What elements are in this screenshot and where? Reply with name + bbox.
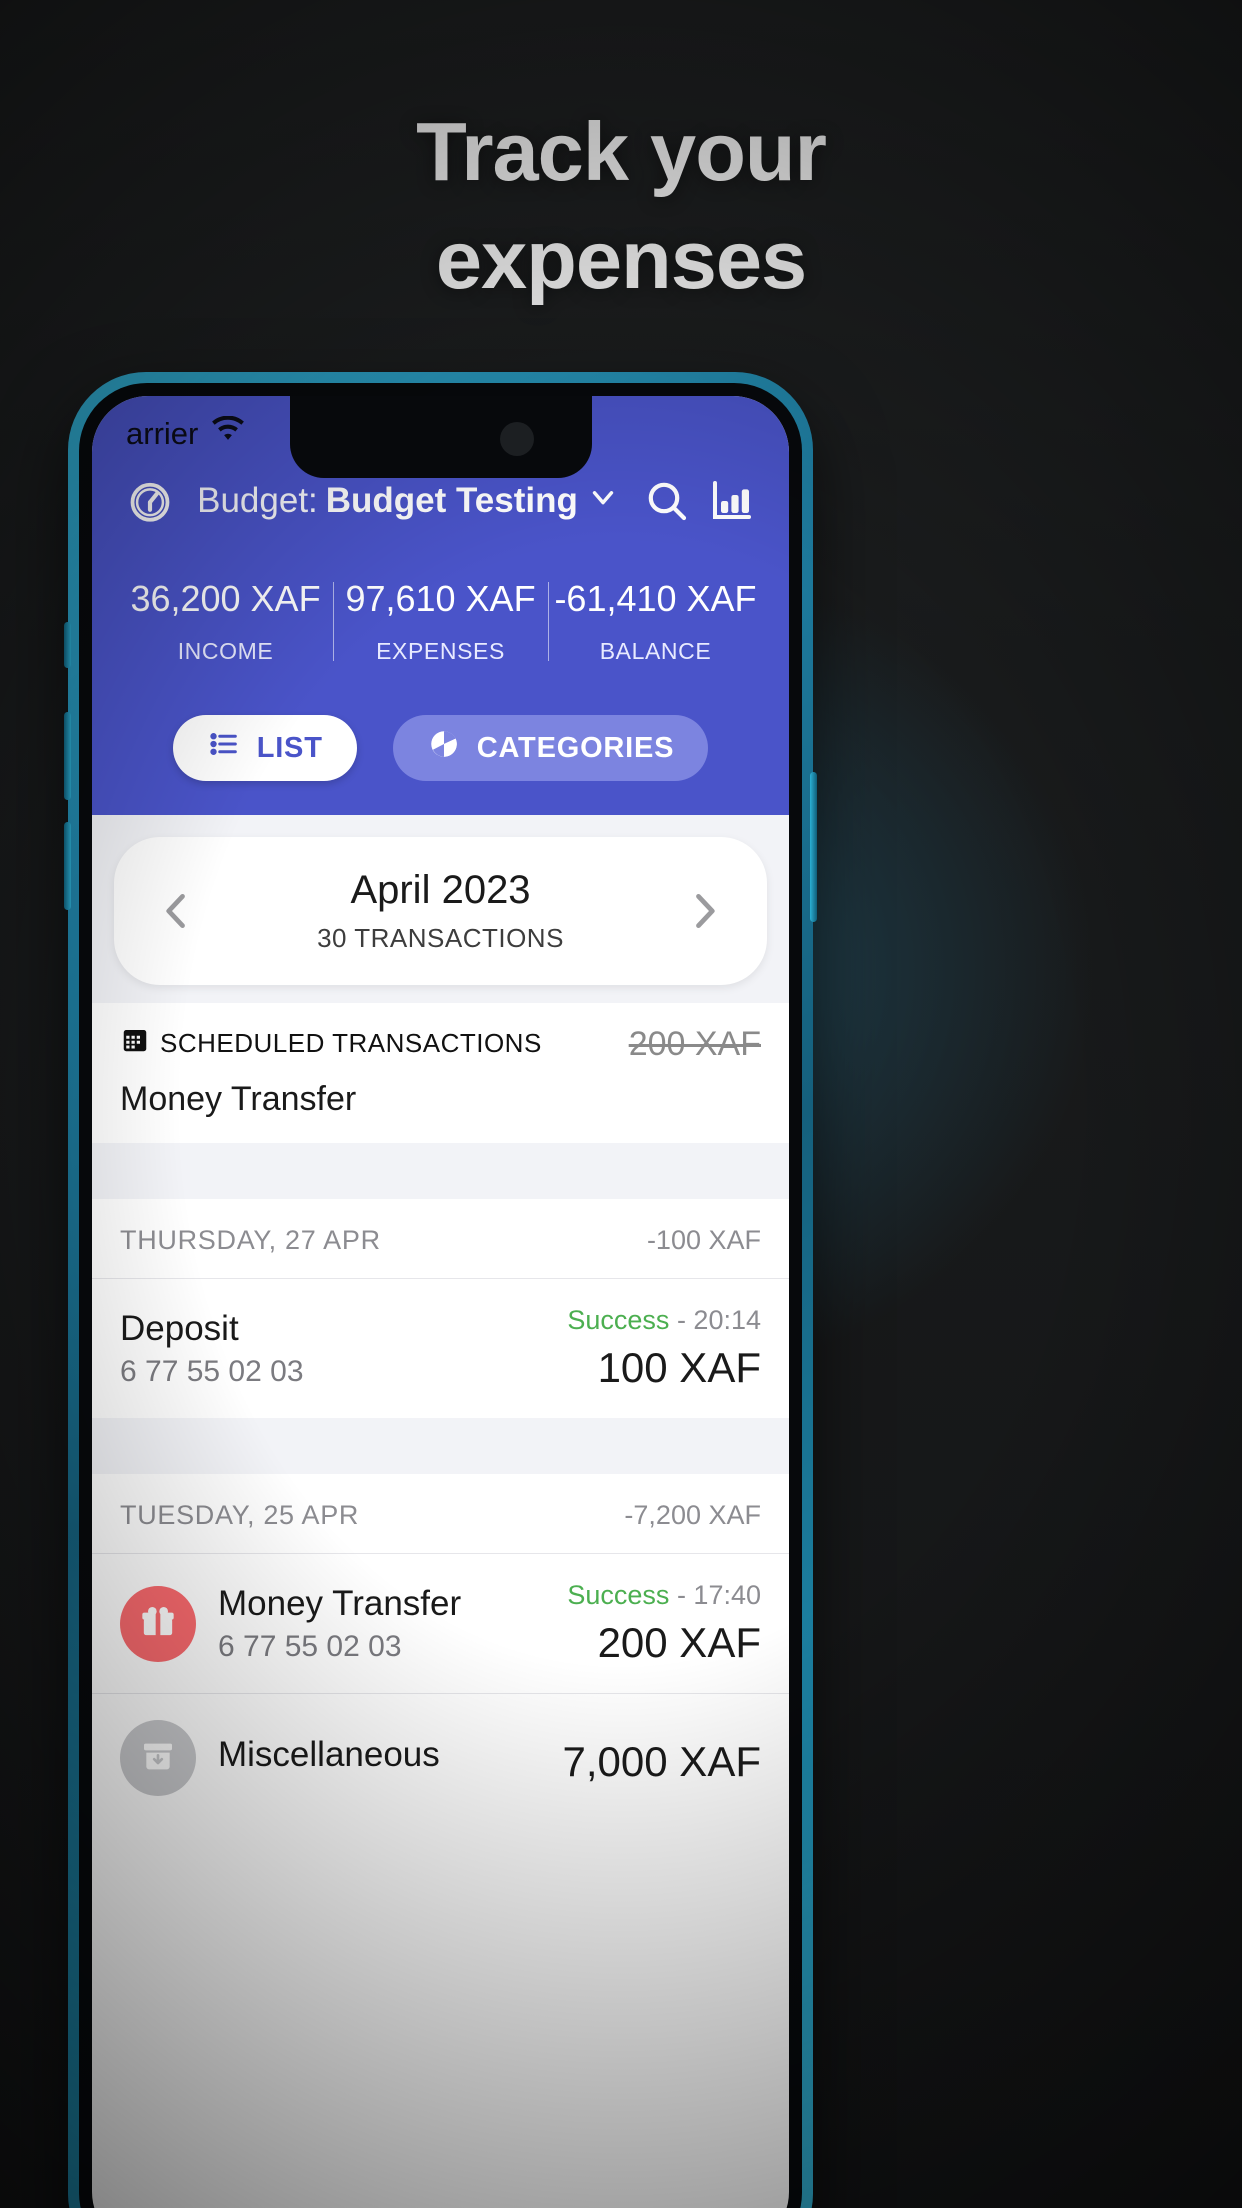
date-label: THURSDAY, 27 APR [120, 1225, 381, 1255]
view-toggle-group: LIST CATEGORIES [92, 665, 789, 815]
stat-income-label: INCOME [177, 638, 274, 664]
headline-line-2: expenses [435, 212, 807, 306]
summary-panel: 36,200 XAF INCOME 97,610 XAF EXPENSES -6… [92, 544, 789, 815]
month-navigator: April 2023 30 TRANSACTIONS [114, 837, 767, 985]
transaction-amount: 100 XAF [597, 1344, 761, 1391]
transaction-count: 30 TRANSACTIONS [317, 923, 564, 953]
phone-button-power[interactable] [810, 772, 817, 922]
stat-balance: -61,410 XAF BALANCE [548, 578, 763, 665]
scheduled-name: Money Transfer [120, 1080, 357, 1118]
transaction-sub: 6 77 55 02 03 [120, 1354, 304, 1388]
transaction-meta: Success - 17:40 [567, 1580, 761, 1611]
page-title: Track your expenses [0, 98, 1242, 314]
phone-bezel: arrier Budget: Budget Testing 36,200 XAF… [79, 383, 802, 2208]
chevron-down-icon [586, 480, 620, 523]
budget-selector[interactable]: Budget: Budget Testing [182, 480, 635, 523]
transaction-time: - 17:40 [676, 1580, 761, 1610]
table-row[interactable]: Deposit 6 77 55 02 03 Success - 20:14 10… [92, 1279, 789, 1418]
wifi-icon [210, 415, 246, 452]
transaction-sub: 6 77 55 02 03 [218, 1629, 402, 1663]
phone-button-silent[interactable] [64, 622, 71, 668]
date-total: -100 XAF [646, 1225, 761, 1255]
scheduled-transactions-section[interactable]: SCHEDULED TRANSACTIONS 200 XAF Money Tra… [92, 1003, 789, 1143]
display-notch [289, 396, 592, 478]
tab-categories-label: CATEGORIES [476, 731, 675, 764]
date-header: THURSDAY, 27 APR -100 XAF [92, 1199, 789, 1279]
date-label: TUESDAY, 25 APR [120, 1500, 360, 1530]
front-camera-icon [499, 422, 534, 456]
avatar [120, 1585, 196, 1662]
stat-balance-label: BALANCE [599, 638, 712, 664]
scheduled-heading: SCHEDULED TRANSACTIONS [160, 1028, 542, 1058]
section-divider [92, 1143, 789, 1199]
phone-button-volume-up[interactable] [64, 712, 71, 800]
table-row[interactable]: Miscellaneous 7,000 XAF [92, 1693, 789, 1822]
tab-list-label: LIST [256, 731, 323, 764]
stat-income: 36,200 XAF INCOME [118, 578, 333, 665]
status-badge: Success [567, 1580, 670, 1610]
date-header: TUESDAY, 25 APR -7,200 XAF [92, 1474, 789, 1554]
date-total: -7,200 XAF [624, 1500, 761, 1530]
phone-button-volume-down[interactable] [64, 822, 71, 910]
stat-expenses-value: 97,610 XAF [345, 578, 536, 619]
phone-frame: arrier Budget: Budget Testing 36,200 XAF… [64, 372, 817, 2208]
transaction-meta: Success - 20:14 [567, 1305, 761, 1336]
tab-categories[interactable]: CATEGORIES [392, 715, 709, 781]
calendar-icon [120, 1025, 150, 1062]
gift-icon [138, 1601, 178, 1646]
transaction-name: Money Transfer [218, 1583, 462, 1623]
transaction-time: - 20:14 [676, 1305, 761, 1335]
avatar [120, 1720, 196, 1796]
transaction-amount: 7,000 XAF [562, 1738, 761, 1785]
scheduled-amount: 200 XAF [628, 1025, 761, 1063]
chevron-left-icon[interactable] [144, 878, 210, 944]
status-badge: Success [567, 1305, 670, 1335]
search-icon[interactable] [635, 469, 699, 533]
transaction-amount: 200 XAF [597, 1619, 761, 1666]
tab-list[interactable]: LIST [172, 715, 357, 781]
phone-screen: arrier Budget: Budget Testing 36,200 XAF… [92, 396, 789, 2208]
transaction-name: Miscellaneous [218, 1735, 440, 1774]
chevron-right-icon[interactable] [671, 878, 737, 944]
headline-line-1: Track your [416, 105, 827, 198]
transaction-list[interactable]: April 2023 30 TRANSACTIONS SCHEDULED TRA… [92, 815, 789, 1822]
archive-icon [138, 1736, 178, 1781]
list-icon [207, 727, 241, 769]
budget-name: Budget Testing [325, 481, 578, 520]
transaction-name: Deposit [120, 1308, 239, 1348]
budget-label: Budget: [197, 481, 318, 520]
summary-stats: 36,200 XAF INCOME 97,610 XAF EXPENSES -6… [92, 578, 789, 665]
stat-balance-value: -61,410 XAF [554, 578, 757, 619]
pie-chart-icon [427, 727, 461, 769]
carrier-label: arrier [126, 416, 199, 451]
stat-expenses-label: EXPENSES [376, 638, 505, 664]
stat-expenses: 97,610 XAF EXPENSES [333, 578, 548, 665]
bar-chart-icon[interactable] [699, 469, 763, 533]
stat-income-value: 36,200 XAF [130, 578, 321, 619]
stopwatch-icon[interactable] [118, 469, 182, 533]
table-row[interactable]: Money Transfer 6 77 55 02 03 Success - 1… [92, 1554, 789, 1693]
current-month: April 2023 [350, 868, 531, 912]
section-divider [92, 1418, 789, 1474]
